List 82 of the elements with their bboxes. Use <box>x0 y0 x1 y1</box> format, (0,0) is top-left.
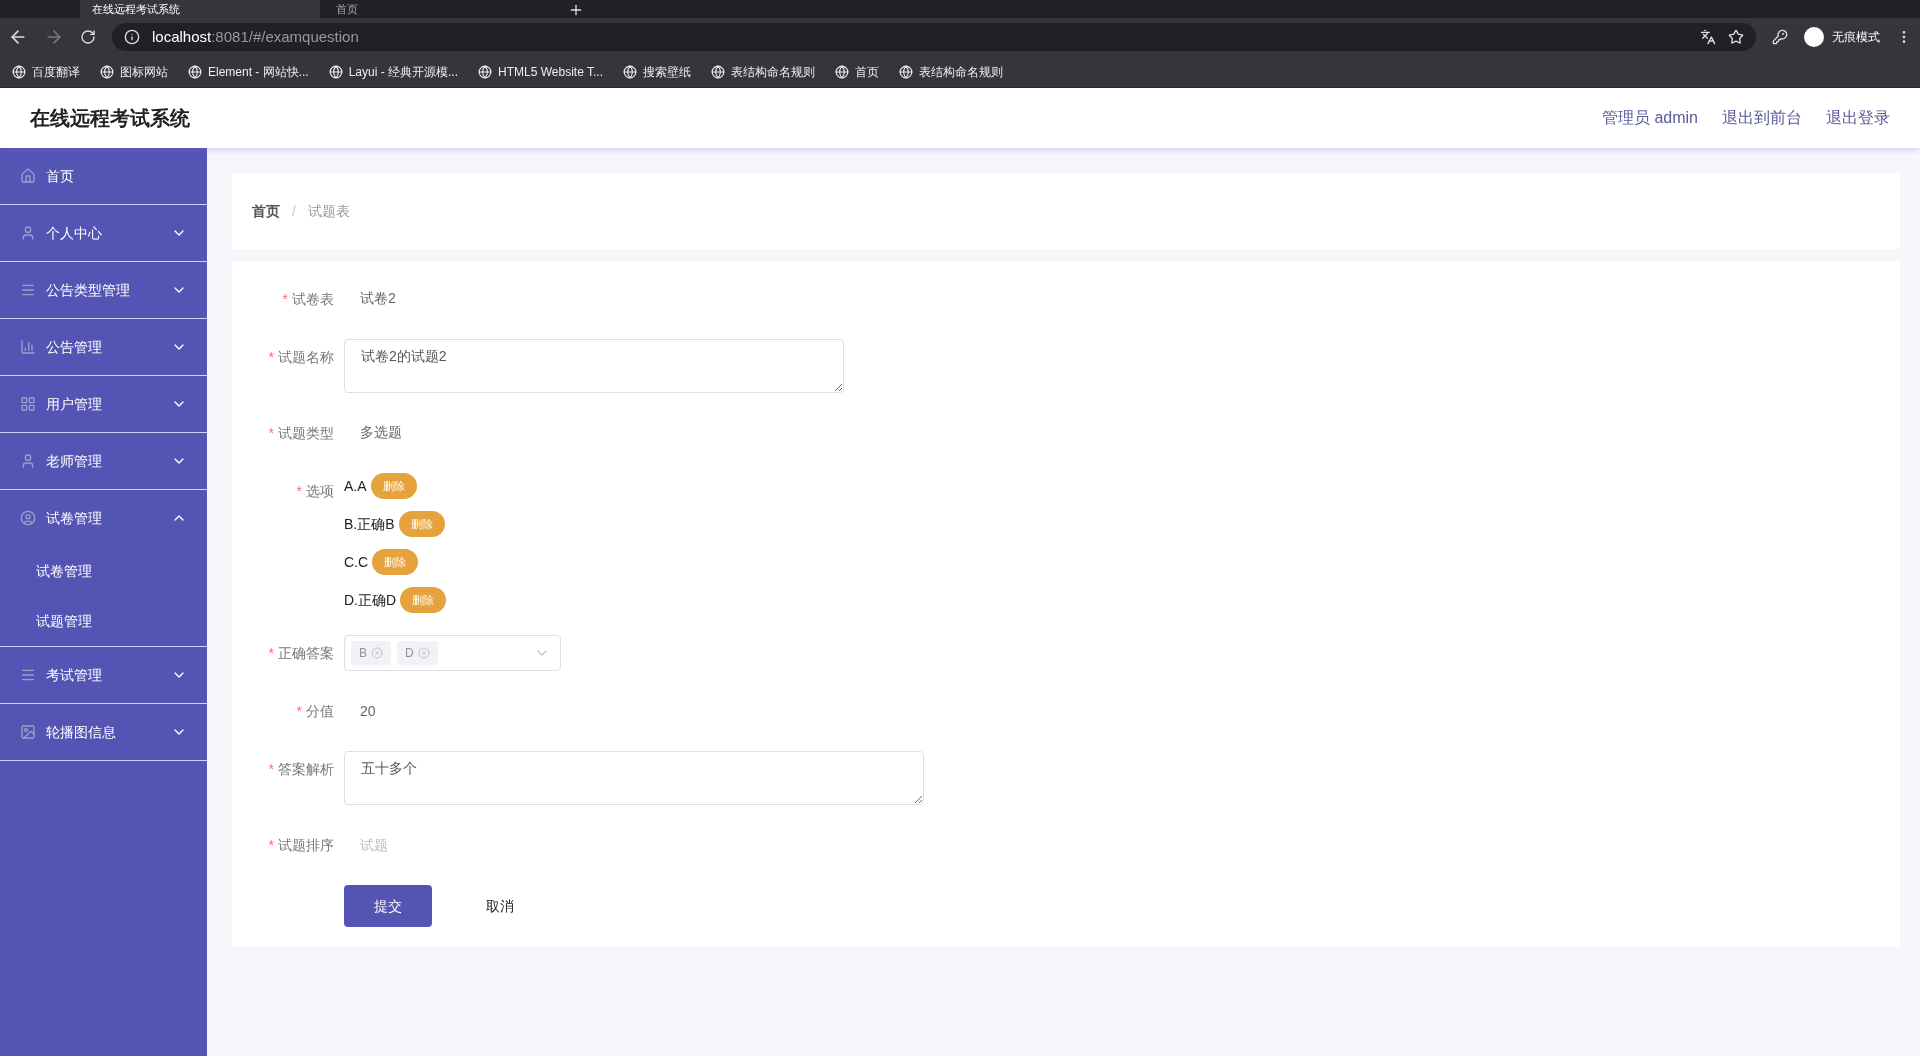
header-link[interactable]: 管理员 admin <box>1601 106 1698 130</box>
globe-icon <box>711 64 725 79</box>
bookmark[interactable]: 图标网站 <box>100 62 168 81</box>
answer-tag: D <box>397 641 438 665</box>
field-label: 试题排序 <box>278 835 334 855</box>
required-mark: * <box>282 289 288 309</box>
translate-icon[interactable] <box>1700 29 1716 45</box>
sidebar-subitem[interactable]: 试题管理 <box>0 596 207 646</box>
new-tab-icon[interactable] <box>568 2 584 18</box>
browser-tab[interactable]: 在线远程考试系统 <box>80 0 320 18</box>
option-text: A.A <box>344 476 367 496</box>
textarea-field[interactable]: 五十多个 <box>344 751 924 805</box>
menu-item-icon <box>20 339 36 355</box>
sidebar-item[interactable]: 首页 <box>0 148 207 204</box>
header-link[interactable]: 退出到前台 <box>1722 106 1802 130</box>
sidebar-item[interactable]: 用户管理 <box>0 376 207 432</box>
required-mark: * <box>268 423 274 443</box>
sidebar-subitem[interactable]: 试卷管理 <box>0 546 207 596</box>
bookmark[interactable]: 百度翻译 <box>12 62 80 81</box>
sidebar-item[interactable]: 试卷管理 <box>0 490 207 546</box>
globe-icon <box>478 64 493 79</box>
sidebar-item[interactable]: 考试管理 <box>0 647 207 703</box>
globe-icon <box>328 64 343 79</box>
address-bar[interactable]: localhost:8081/#/examquestion <box>112 23 1756 51</box>
menu-item-icon <box>20 168 36 184</box>
globe-icon <box>899 64 913 79</box>
url-text: localhost:8081/#/examquestion <box>152 26 359 47</box>
sidebar-item[interactable]: 轮播图信息 <box>0 704 207 760</box>
field-label: 答案解析 <box>278 759 334 779</box>
required-mark: * <box>296 701 302 721</box>
bookmark[interactable]: Element - 网站快... <box>188 62 309 81</box>
star-icon[interactable] <box>1728 29 1744 45</box>
profile-chip[interactable]: 无痕模式 <box>1804 27 1880 47</box>
menu-item-icon <box>20 453 36 469</box>
option-text: B.正确B <box>344 514 395 534</box>
breadcrumb-separator: / <box>292 201 296 221</box>
required-mark: * <box>268 643 274 663</box>
sidebar-item[interactable]: 个人中心 <box>0 205 207 261</box>
required-mark: * <box>268 347 274 367</box>
globe-icon <box>100 64 114 79</box>
required-mark: * <box>268 759 274 779</box>
menu-item-icon <box>20 724 36 740</box>
sidebar-item[interactable]: 公告类型管理 <box>0 262 207 318</box>
cancel-button[interactable]: 取消 <box>456 885 544 927</box>
required-mark: * <box>268 835 274 855</box>
reload-icon[interactable] <box>80 29 96 45</box>
header-link[interactable]: 退出登录 <box>1826 106 1890 130</box>
app-title: 在线远程考试系统 <box>30 106 190 131</box>
submit-button[interactable]: 提交 <box>344 885 432 927</box>
field-label: 试题类型 <box>278 423 334 443</box>
breadcrumb-item[interactable]: 首页 <box>252 200 280 222</box>
menu-item-icon <box>20 396 36 412</box>
breadcrumb-item: 试题表 <box>307 201 350 221</box>
globe-icon <box>835 64 849 79</box>
field-label: 分值 <box>306 701 334 721</box>
menu-item-icon <box>20 667 36 683</box>
bookmark[interactable]: 首页 <box>835 62 879 81</box>
option-text: C.C <box>344 552 369 572</box>
globe-icon <box>188 64 202 79</box>
field-label: 正确答案 <box>278 643 334 663</box>
answer-tag: B <box>351 641 391 665</box>
browser-tab[interactable]: 首页 <box>324 0 564 18</box>
bookmark[interactable]: HTML5 Website T... <box>478 62 603 81</box>
option-text: D.正确D <box>344 590 397 610</box>
menu-item-icon <box>20 225 36 241</box>
bookmark[interactable]: 搜索壁纸 <box>623 62 691 81</box>
bookmark[interactable]: 表结构命名规则 <box>899 62 1003 81</box>
info-icon <box>124 29 140 45</box>
key-icon[interactable] <box>1772 29 1788 45</box>
field-label: 试题名称 <box>278 347 334 367</box>
menu-item-icon <box>20 282 36 298</box>
globe-icon <box>12 64 26 79</box>
bookmark[interactable]: Layui - 经典开源模... <box>328 62 459 81</box>
textarea-field[interactable]: 试卷2的试题2 <box>344 339 844 393</box>
sidebar-item[interactable]: 公告管理 <box>0 319 207 375</box>
sidebar-item[interactable]: 老师管理 <box>0 433 207 489</box>
menu-item-icon <box>20 510 36 526</box>
bookmark[interactable]: 表结构命名规则 <box>711 62 815 81</box>
field-label: 试卷表 <box>292 289 334 309</box>
field-label: 选项 <box>306 481 334 501</box>
required-mark: * <box>296 481 302 501</box>
globe-icon <box>623 64 637 79</box>
